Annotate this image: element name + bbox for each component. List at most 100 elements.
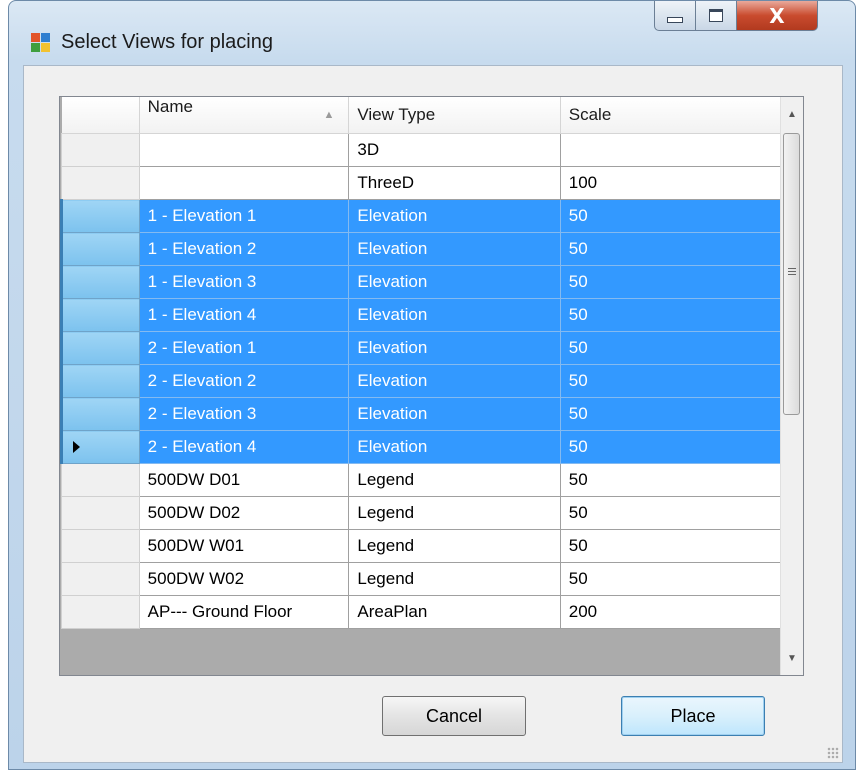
column-header-name-label: Name xyxy=(147,97,194,116)
row-header[interactable] xyxy=(60,397,140,431)
place-button[interactable]: Place xyxy=(621,696,765,736)
cell-scale[interactable]: 200 xyxy=(559,595,782,629)
row-header[interactable] xyxy=(60,430,140,464)
cell-name[interactable]: 500DW D01 xyxy=(138,463,350,497)
row-header[interactable] xyxy=(60,265,140,299)
row-header[interactable] xyxy=(61,133,140,167)
cell-view-type[interactable]: Elevation xyxy=(348,265,561,299)
cell-view-type[interactable]: Legend xyxy=(348,463,561,497)
cell-view-type[interactable]: 3D xyxy=(348,133,561,167)
cell-view-type[interactable]: Elevation xyxy=(348,232,561,266)
cell-view-type[interactable]: Elevation xyxy=(348,397,561,431)
cell-name[interactable]: 2 - Elevation 3 xyxy=(138,397,350,431)
dialog-window: Select Views for placing X Name ▲ View T… xyxy=(8,0,856,770)
column-header-scale[interactable]: Scale xyxy=(560,97,782,134)
column-header-view-type[interactable]: View Type xyxy=(348,97,561,134)
table-row[interactable]: 1 - Elevation 2 Elevation 50 xyxy=(60,232,782,266)
cell-scale[interactable]: 50 xyxy=(559,298,782,332)
row-header[interactable] xyxy=(61,463,140,497)
resize-grip-icon[interactable] xyxy=(827,747,839,759)
cell-view-type[interactable]: Elevation xyxy=(348,430,561,464)
cell-name[interactable]: AP--- Ground Floor xyxy=(138,595,350,629)
cancel-button[interactable]: Cancel xyxy=(382,696,526,736)
cell-name[interactable]: 500DW W01 xyxy=(138,529,350,563)
cell-scale[interactable]: 100 xyxy=(559,166,782,200)
maximize-button[interactable] xyxy=(695,1,737,31)
vertical-scrollbar[interactable]: ▲ ▼ xyxy=(780,97,803,675)
grid-body: 3D ThreeD 100 1 - Elevation 1 Elevation 50 1 -… xyxy=(60,133,782,629)
table-row[interactable]: AP--- Ground Floor AreaPlan 200 xyxy=(61,595,782,629)
dialog-client-area: Name ▲ View Type Scale 3D ThreeD 100 1 - El… xyxy=(23,65,843,763)
cell-view-type[interactable]: Legend xyxy=(348,562,561,596)
close-button[interactable]: X xyxy=(736,1,818,31)
cell-scale[interactable]: 50 xyxy=(559,265,782,299)
cell-scale[interactable]: 50 xyxy=(559,397,782,431)
cell-scale[interactable]: 50 xyxy=(559,232,782,266)
cell-view-type[interactable]: Legend xyxy=(348,496,561,530)
row-header[interactable] xyxy=(60,298,140,332)
row-header[interactable] xyxy=(60,232,140,266)
table-row[interactable]: 1 - Elevation 3 Elevation 50 xyxy=(60,265,782,299)
scrollbar-thumb[interactable] xyxy=(783,133,800,415)
cell-scale[interactable]: 50 xyxy=(559,364,782,398)
cell-view-type[interactable]: Elevation xyxy=(348,331,561,365)
current-row-icon xyxy=(73,441,80,453)
table-row[interactable]: 1 - Elevation 1 Elevation 50 xyxy=(60,199,782,233)
select-all-corner[interactable] xyxy=(61,97,140,134)
row-header[interactable] xyxy=(61,166,140,200)
cell-name[interactable]: 1 - Elevation 2 xyxy=(138,232,350,266)
table-row[interactable]: 3D xyxy=(61,133,782,167)
cell-name[interactable]: 1 - Elevation 1 xyxy=(138,199,350,233)
table-row[interactable]: 2 - Elevation 3 Elevation 50 xyxy=(60,397,782,431)
views-table: Name ▲ View Type Scale 3D ThreeD 100 1 - El… xyxy=(60,97,782,629)
cell-view-type[interactable]: ThreeD xyxy=(348,166,561,200)
table-row[interactable]: 500DW D02 Legend 50 xyxy=(61,496,782,530)
table-row[interactable]: 2 - Elevation 4 Elevation 50 xyxy=(60,430,782,464)
cell-scale[interactable]: 50 xyxy=(559,496,782,530)
views-data-grid[interactable]: Name ▲ View Type Scale 3D ThreeD 100 1 - El… xyxy=(59,96,804,676)
cell-name[interactable]: 1 - Elevation 4 xyxy=(138,298,350,332)
row-header[interactable] xyxy=(60,364,140,398)
cell-view-type[interactable]: Elevation xyxy=(348,199,561,233)
cell-scale[interactable]: 50 xyxy=(559,463,782,497)
minimize-button[interactable] xyxy=(654,1,696,31)
row-header[interactable] xyxy=(61,529,140,563)
cell-name[interactable]: 2 - Elevation 2 xyxy=(138,364,350,398)
scroll-down-arrow-icon[interactable]: ▼ xyxy=(781,641,803,675)
title-bar[interactable]: Select Views for placing X xyxy=(9,1,855,63)
cell-scale[interactable]: 50 xyxy=(559,562,782,596)
cell-name[interactable]: 1 - Elevation 3 xyxy=(138,265,350,299)
table-row[interactable]: 2 - Elevation 2 Elevation 50 xyxy=(60,364,782,398)
table-row[interactable]: 1 - Elevation 4 Elevation 50 xyxy=(60,298,782,332)
cell-name[interactable]: 2 - Elevation 4 xyxy=(138,430,350,464)
cell-view-type[interactable]: AreaPlan xyxy=(348,595,561,629)
table-row[interactable]: 2 - Elevation 1 Elevation 50 xyxy=(60,331,782,365)
cell-view-type[interactable]: Legend xyxy=(348,529,561,563)
cell-scale[interactable]: 50 xyxy=(559,529,782,563)
cell-view-type[interactable]: Elevation xyxy=(348,298,561,332)
cell-name[interactable] xyxy=(138,133,350,167)
table-row[interactable]: 500DW W02 Legend 50 xyxy=(61,562,782,596)
cell-scale[interactable]: 50 xyxy=(559,430,782,464)
scroll-up-arrow-icon[interactable]: ▲ xyxy=(781,97,803,131)
cell-view-type[interactable]: Elevation xyxy=(348,364,561,398)
cell-scale[interactable]: 50 xyxy=(559,199,782,233)
table-row[interactable]: 500DW D01 Legend 50 xyxy=(61,463,782,497)
row-header[interactable] xyxy=(61,562,140,596)
row-header[interactable] xyxy=(60,199,140,233)
row-header[interactable] xyxy=(61,595,140,629)
cell-scale[interactable]: 50 xyxy=(559,331,782,365)
column-header-name[interactable]: Name ▲ xyxy=(139,97,350,134)
cell-scale[interactable] xyxy=(559,133,782,167)
table-row[interactable]: ThreeD 100 xyxy=(61,166,782,200)
row-header[interactable] xyxy=(61,496,140,530)
grip-icon xyxy=(788,268,796,277)
header-row: Name ▲ View Type Scale xyxy=(61,97,782,134)
table-row[interactable]: 500DW W01 Legend 50 xyxy=(61,529,782,563)
cell-name[interactable]: 500DW D02 xyxy=(138,496,350,530)
cell-name[interactable]: 2 - Elevation 1 xyxy=(138,331,350,365)
row-header[interactable] xyxy=(60,331,140,365)
cell-name[interactable]: 500DW W02 xyxy=(138,562,350,596)
cell-name[interactable] xyxy=(138,166,350,200)
window-title: Select Views for placing xyxy=(61,31,273,53)
